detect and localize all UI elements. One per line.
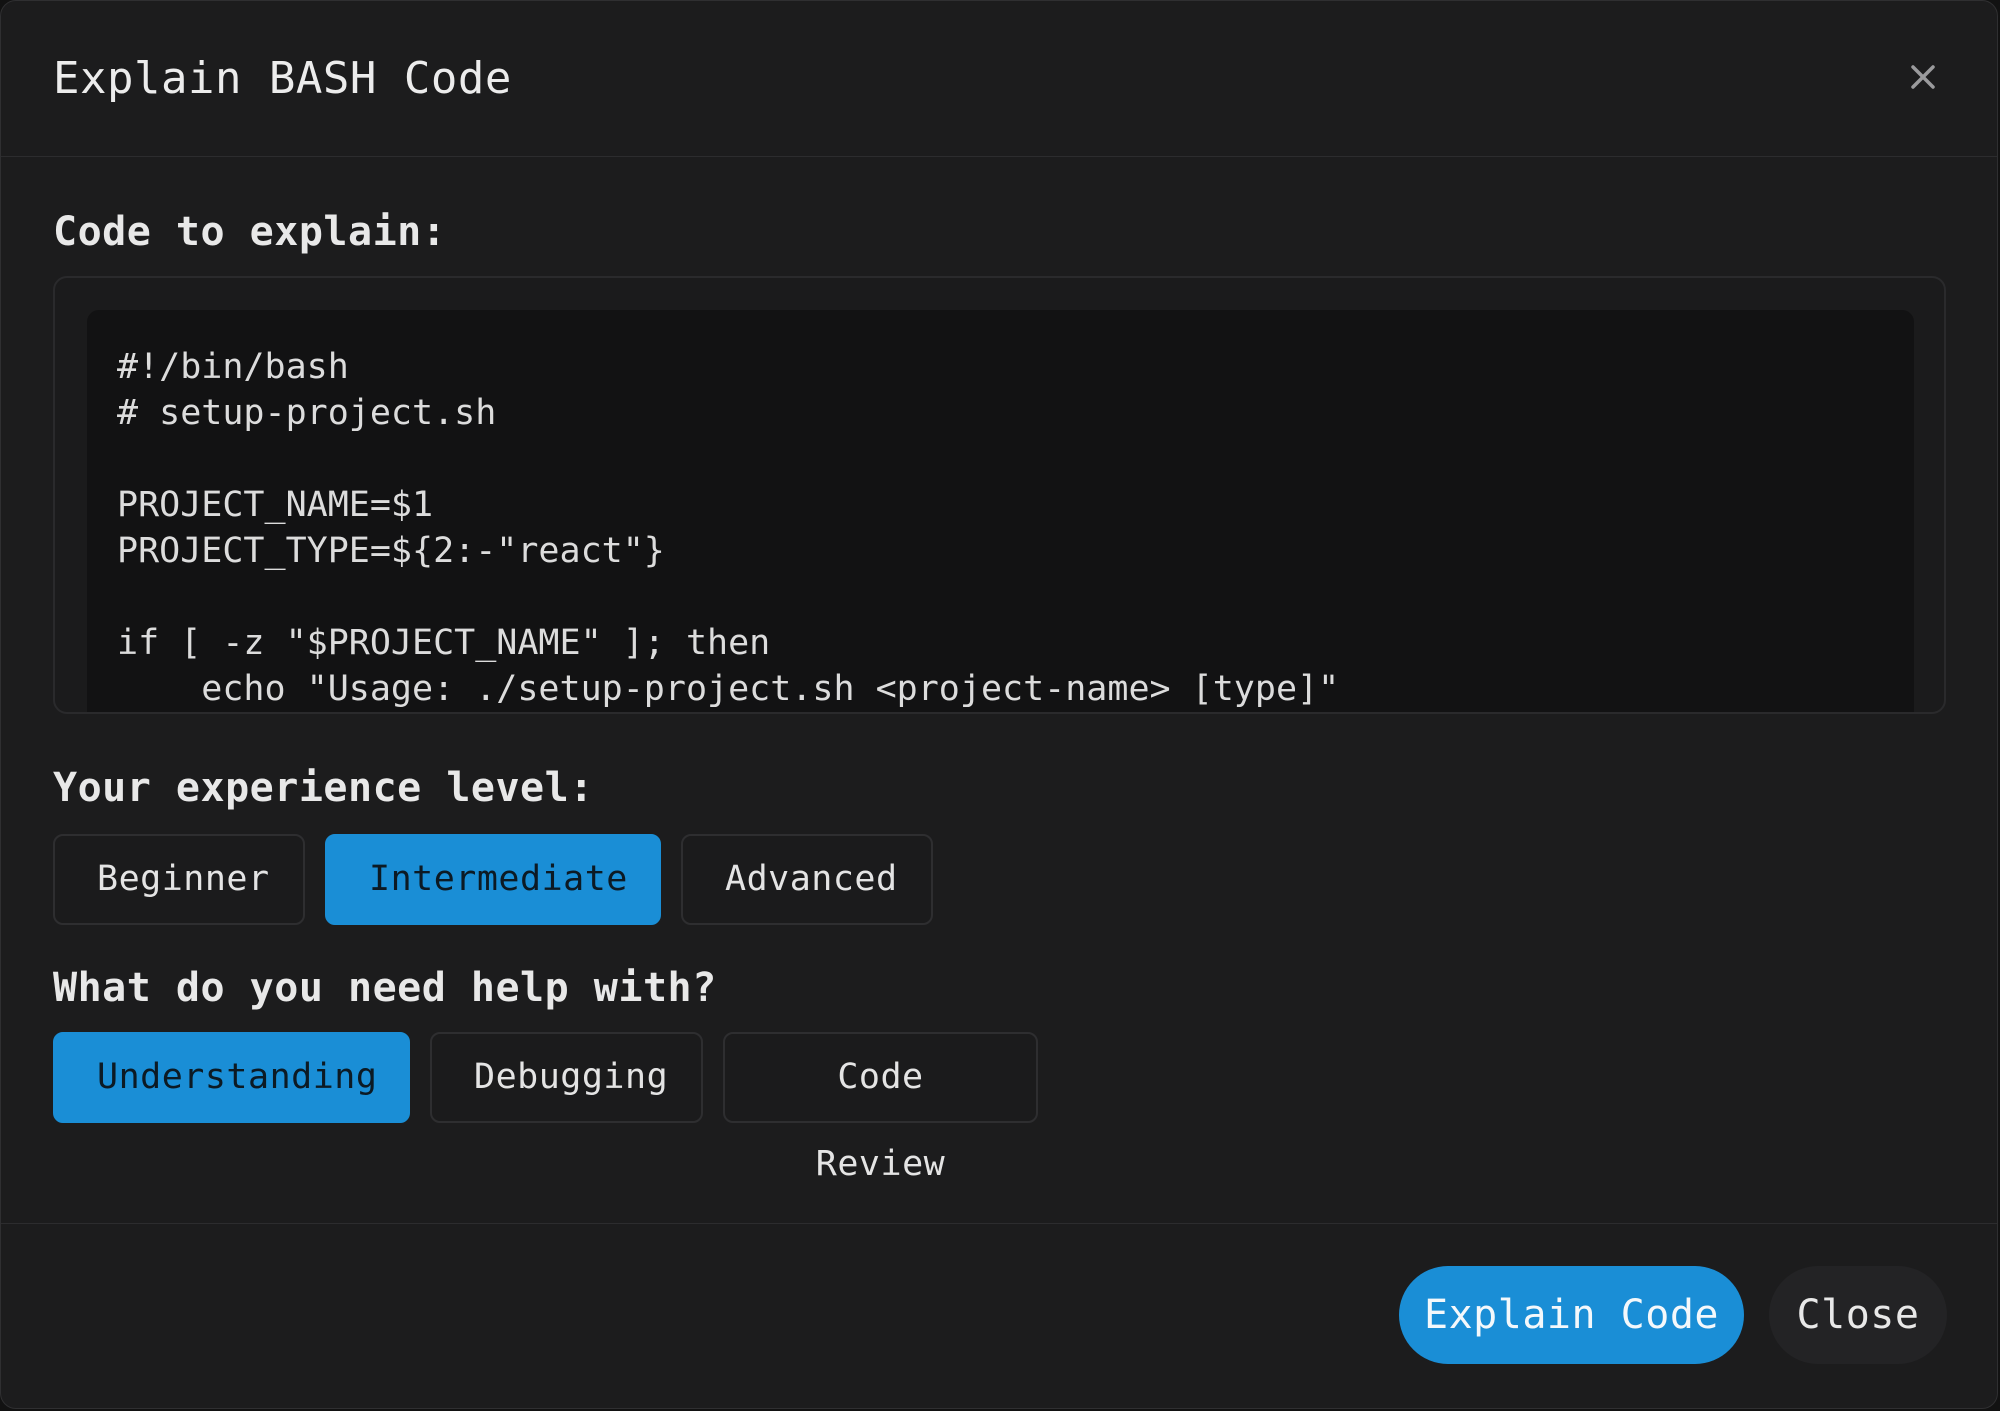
help-debugging-button[interactable]: Debugging	[430, 1032, 703, 1123]
code-line: PROJECT_TYPE=${2:-"react"}	[117, 531, 665, 571]
code-container: #!/bin/bash # setup-project.sh PROJECT_N…	[53, 276, 1946, 714]
close-button[interactable]: Close	[1769, 1266, 1947, 1364]
experience-level-label: Your experience level:	[53, 765, 594, 811]
experience-beginner-button[interactable]: Beginner	[53, 834, 305, 925]
experience-level-options: Beginner Intermediate Advanced	[53, 834, 933, 925]
code-line: # setup-project.sh	[117, 393, 497, 433]
code-block[interactable]: #!/bin/bash # setup-project.sh PROJECT_N…	[87, 310, 1914, 712]
explain-code-button[interactable]: Explain Code	[1399, 1266, 1744, 1364]
help-understanding-button[interactable]: Understanding	[53, 1032, 410, 1123]
code-section-label: Code to explain:	[53, 209, 447, 255]
help-topic-options: Understanding Debugging Code Review	[53, 1032, 1038, 1184]
dialog-footer: Explain Code Close	[1, 1223, 1997, 1408]
dialog-header: Explain BASH Code	[1, 1, 1997, 157]
help-code-review-button[interactable]: Code Review	[723, 1032, 1038, 1184]
help-topic-label: What do you need help with?	[53, 965, 717, 1011]
close-icon[interactable]	[1903, 57, 1943, 97]
experience-intermediate-button[interactable]: Intermediate	[325, 834, 661, 925]
code-line: #!/bin/bash	[117, 347, 349, 387]
experience-advanced-button[interactable]: Advanced	[681, 834, 933, 925]
code-line: if [ -z "$PROJECT_NAME" ]; then	[117, 623, 771, 663]
code-line: echo "Usage: ./setup-project.sh <project…	[117, 669, 1340, 709]
code-line: PROJECT_NAME=$1	[117, 485, 434, 525]
explain-code-dialog: Explain BASH Code Code to explain: #!/bi…	[0, 0, 1998, 1409]
dialog-title: Explain BASH Code	[53, 53, 512, 104]
